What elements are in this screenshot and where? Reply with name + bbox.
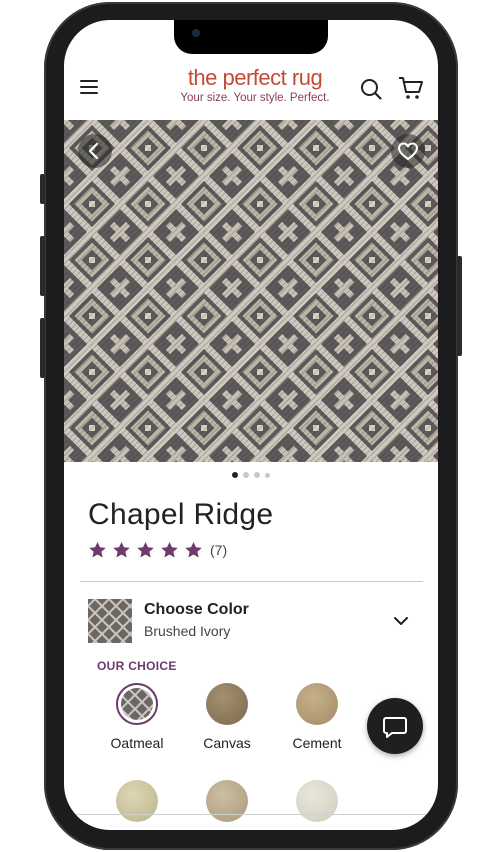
rug-texture-image bbox=[64, 120, 438, 462]
selected-color-swatch bbox=[88, 599, 132, 643]
color-option-canvas[interactable]: Canvas bbox=[197, 683, 257, 751]
power-button bbox=[457, 256, 462, 356]
color-option[interactable] bbox=[107, 780, 167, 822]
product-title: Chapel Ridge bbox=[88, 498, 274, 531]
search-icon[interactable] bbox=[360, 78, 382, 100]
logo-tagline: Your size. Your style. Perfect. bbox=[180, 92, 330, 104]
color-option-cement[interactable]: Cement bbox=[287, 683, 347, 751]
choose-color-heading: Choose Color bbox=[144, 601, 249, 618]
top-bar: the perfect rug Your size. Your style. P… bbox=[64, 64, 438, 120]
color-option-label: Canvas bbox=[203, 735, 251, 751]
volume-down-button bbox=[40, 318, 45, 378]
logo[interactable]: the perfect rug Your size. Your style. P… bbox=[160, 66, 350, 105]
pagination-dot[interactable] bbox=[243, 472, 249, 478]
pagination-dot[interactable] bbox=[232, 472, 238, 478]
side-button bbox=[40, 174, 45, 204]
color-swatch-selected bbox=[116, 683, 158, 725]
chat-button[interactable] bbox=[367, 698, 423, 754]
notch bbox=[174, 20, 328, 54]
star-icon bbox=[161, 541, 178, 558]
selected-color-value: Brushed Ivory bbox=[144, 623, 231, 639]
color-swatch bbox=[296, 780, 338, 822]
color-option[interactable] bbox=[287, 780, 347, 822]
cart-icon[interactable] bbox=[398, 76, 424, 100]
star-icon bbox=[113, 541, 130, 558]
color-option[interactable] bbox=[197, 780, 257, 822]
color-swatch bbox=[206, 780, 248, 822]
pagination-dot[interactable] bbox=[254, 472, 260, 478]
bottom-divider bbox=[64, 814, 438, 815]
chevron-left-icon bbox=[88, 142, 99, 160]
divider bbox=[80, 581, 423, 582]
star-icon bbox=[89, 541, 106, 558]
review-count[interactable]: (7) bbox=[210, 542, 227, 558]
color-swatch bbox=[206, 683, 248, 725]
color-swatch bbox=[296, 683, 338, 725]
volume-up-button bbox=[40, 236, 45, 296]
chevron-down-icon bbox=[394, 617, 408, 625]
color-option-label: Oatmeal bbox=[110, 735, 164, 751]
product-image[interactable] bbox=[64, 120, 438, 462]
chat-bubble-icon bbox=[383, 717, 407, 738]
our-choice-label: OUR CHOICE bbox=[97, 659, 177, 673]
heart-icon bbox=[397, 142, 419, 161]
color-option-label: Cement bbox=[292, 735, 342, 751]
star-icon bbox=[185, 541, 202, 558]
camera bbox=[192, 29, 200, 37]
gallery-pagination bbox=[64, 472, 438, 480]
rating-stars[interactable]: (7) bbox=[88, 541, 227, 559]
favorite-button[interactable] bbox=[391, 134, 425, 168]
color-swatch bbox=[116, 780, 158, 822]
screen: the perfect rug Your size. Your style. P… bbox=[64, 20, 438, 830]
pagination-dot[interactable] bbox=[265, 472, 270, 478]
back-button[interactable] bbox=[78, 134, 112, 168]
hamburger-menu-icon[interactable] bbox=[80, 79, 100, 95]
logo-name: the perfect rug bbox=[187, 65, 323, 90]
color-option-oatmeal[interactable]: Oatmeal bbox=[107, 683, 167, 751]
choose-color-accordion[interactable]: Choose Color Brushed Ivory bbox=[88, 599, 418, 643]
star-icon bbox=[137, 541, 154, 558]
